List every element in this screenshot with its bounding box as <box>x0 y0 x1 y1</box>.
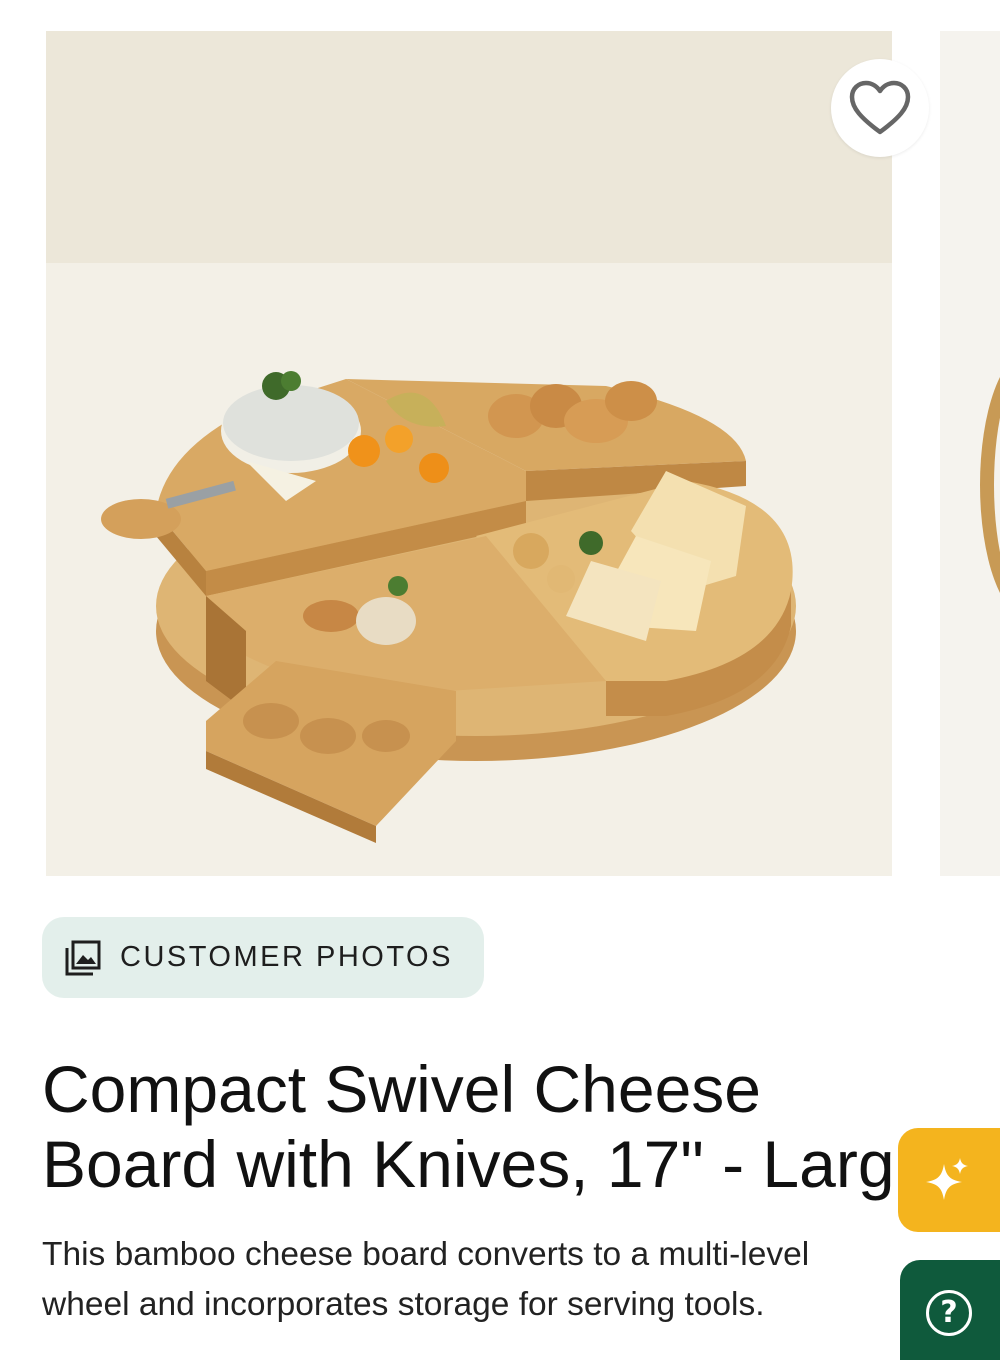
product-title-line1: Compact Swivel Cheese <box>42 1052 761 1126</box>
product-title: Compact Swivel Cheese Board with Knives,… <box>42 1052 942 1202</box>
wishlist-button[interactable] <box>831 59 929 157</box>
cheese-board-illustration <box>46 31 892 876</box>
customer-photos-label: CUSTOMER PHOTOS <box>120 941 453 973</box>
product-description-line2: wheel and incorporates storage for servi… <box>42 1286 765 1323</box>
ai-assistant-button[interactable] <box>898 1128 1000 1232</box>
customer-photos-button[interactable]: CUSTOMER PHOTOS <box>42 917 484 998</box>
next-product-image[interactable] <box>940 31 1000 876</box>
product-image[interactable] <box>46 31 892 876</box>
heart-outline-icon <box>849 80 911 135</box>
product-description-line1: This bamboo cheese board converts to a m… <box>42 1236 810 1273</box>
status-area <box>0 0 1000 8</box>
photo-gallery-icon <box>64 939 102 977</box>
product-description: This bamboo cheese board converts to a m… <box>42 1230 912 1330</box>
help-button[interactable]: ? <box>900 1260 1000 1360</box>
product-image-carousel[interactable] <box>0 31 1000 876</box>
help-icon: ? <box>926 1290 972 1336</box>
sparkle-icon <box>926 1158 968 1200</box>
product-title-line2: Board with Knives, 17" - Larg <box>42 1127 895 1201</box>
